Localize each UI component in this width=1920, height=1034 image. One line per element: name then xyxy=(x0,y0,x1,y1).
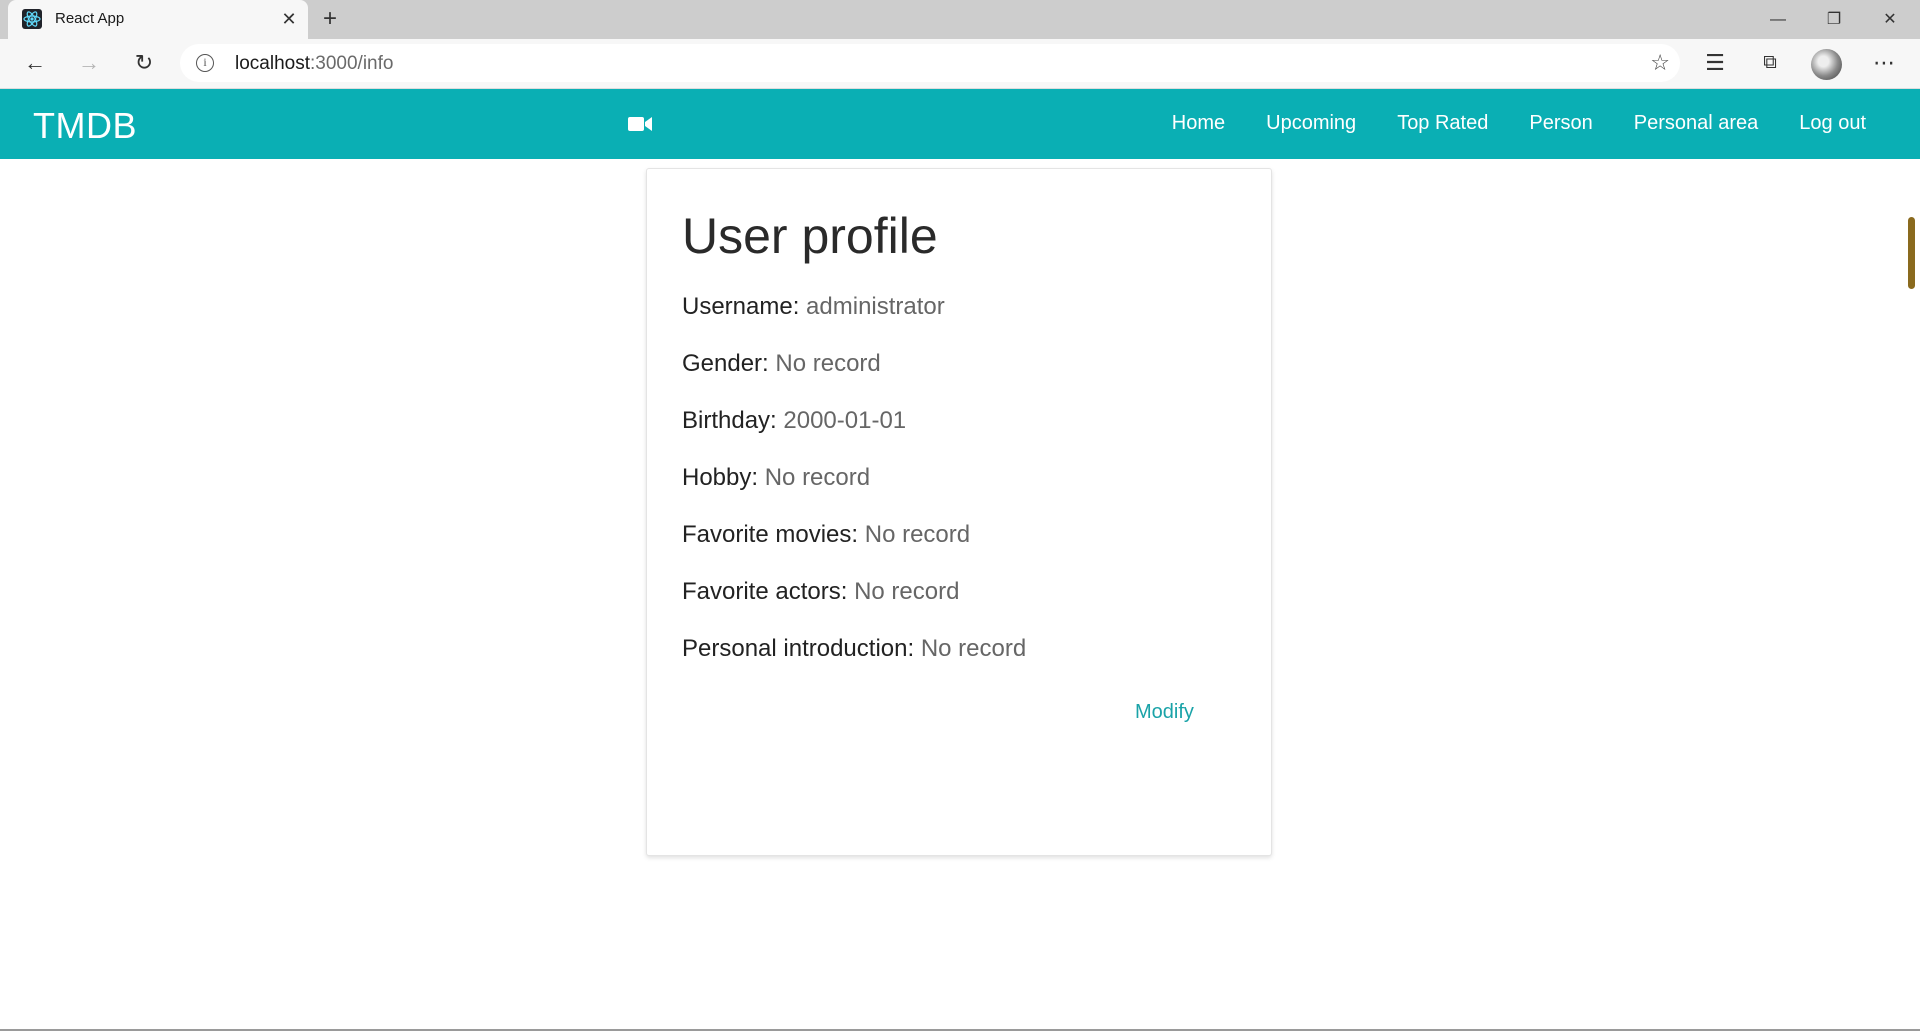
more-icon[interactable]: ⋯ xyxy=(1867,46,1901,80)
nav-personal-area[interactable]: Personal area xyxy=(1634,112,1759,135)
browser-tab-strip: React App ✕ + — ❐ ✕ xyxy=(0,0,1920,39)
star-icon[interactable]: ☆ xyxy=(1650,50,1670,76)
field-label: Hobby: xyxy=(682,464,759,491)
field-label: Favorite actors: xyxy=(682,578,848,605)
nav-upcoming[interactable]: Upcoming xyxy=(1266,112,1356,135)
field-value: administrator xyxy=(806,293,945,320)
page-title: User profile xyxy=(682,208,938,264)
field-label: Favorite movies: xyxy=(682,521,859,548)
profile-field-favorite-actors: Favorite actors: No record xyxy=(682,578,959,606)
url-host: localhost xyxy=(235,53,310,74)
field-label: Gender: xyxy=(682,350,769,377)
field-value: 2000-01-01 xyxy=(783,407,907,434)
browser-tab[interactable]: React App ✕ xyxy=(8,0,308,39)
field-label: Birthday: xyxy=(682,407,777,434)
profile-card: User profile Username: administrator Gen… xyxy=(646,168,1272,856)
profile-field-gender: Gender: No record xyxy=(682,350,881,378)
window-close-icon[interactable]: ✕ xyxy=(1862,0,1918,39)
field-label: Personal introduction: xyxy=(682,635,915,662)
close-icon[interactable]: ✕ xyxy=(276,6,302,32)
nav-top-rated[interactable]: Top Rated xyxy=(1397,112,1488,135)
address-bar[interactable]: i localhost:3000/info ☆ xyxy=(180,44,1680,82)
collections-icon[interactable]: ⧉ xyxy=(1753,46,1787,80)
modify-link[interactable]: Modify xyxy=(1135,701,1194,724)
video-camera-icon xyxy=(628,117,652,131)
nav-links: Home Upcoming Top Rated Person Personal … xyxy=(1131,112,1866,135)
nav-log-out[interactable]: Log out xyxy=(1799,112,1866,135)
field-value: No record xyxy=(775,350,881,377)
favorites-icon[interactable]: ☰ xyxy=(1698,46,1732,80)
field-label: Username: xyxy=(682,293,800,320)
field-value: No record xyxy=(854,578,960,605)
profile-avatar[interactable] xyxy=(1811,49,1842,80)
info-icon[interactable]: i xyxy=(196,54,214,72)
profile-field-favorite-movies: Favorite movies: No record xyxy=(682,521,970,549)
forward-icon[interactable]: → xyxy=(72,46,106,80)
restore-icon[interactable]: ❐ xyxy=(1806,0,1862,39)
page-scrollbar[interactable] xyxy=(1908,217,1915,289)
app-navbar: TMDB Home Upcoming Top Rated Person Pers… xyxy=(0,89,1920,159)
plus-icon[interactable]: + xyxy=(316,5,344,33)
field-value: No record xyxy=(864,521,971,548)
profile-field-personal-introduction: Personal introduction: No record xyxy=(682,635,1026,663)
tab-title: React App xyxy=(55,10,125,27)
back-icon[interactable]: ← xyxy=(18,46,52,80)
field-value: No record xyxy=(920,635,1027,662)
react-logo-icon xyxy=(22,9,42,29)
brand-logo[interactable]: TMDB xyxy=(33,105,137,147)
nav-home[interactable]: Home xyxy=(1172,112,1225,135)
nav-person[interactable]: Person xyxy=(1529,112,1592,135)
bottom-divider xyxy=(0,1029,1920,1031)
url-path: :3000/info xyxy=(310,53,394,74)
field-value: No record xyxy=(764,464,871,491)
browser-toolbar: ← → ↻ i localhost:3000/info ☆ ☰ ⧉ ⋯ xyxy=(0,39,1920,89)
profile-field-birthday: Birthday: 2000-01-01 xyxy=(682,407,906,435)
refresh-icon[interactable]: ↻ xyxy=(127,46,161,80)
url-text[interactable]: localhost:3000/info xyxy=(235,53,393,75)
profile-field-username: Username: administrator xyxy=(682,293,945,321)
profile-field-hobby: Hobby: No record xyxy=(682,464,870,492)
minimize-icon[interactable]: — xyxy=(1750,0,1806,39)
